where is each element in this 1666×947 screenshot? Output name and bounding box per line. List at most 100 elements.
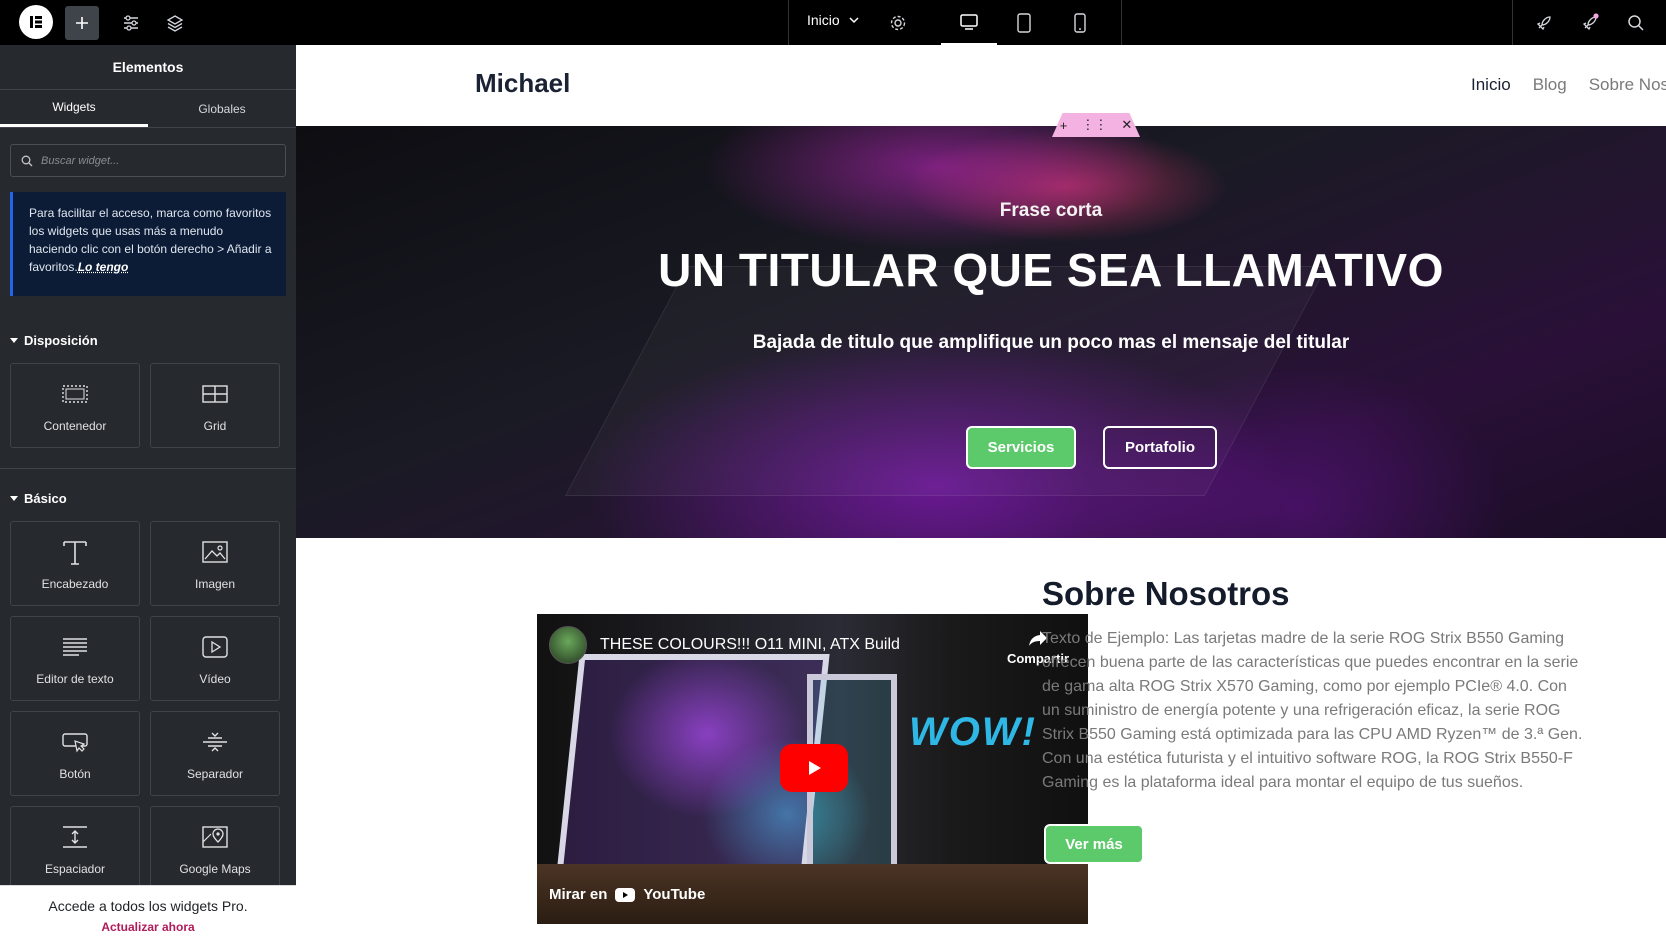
grid-icon bbox=[202, 384, 228, 403]
widget-search[interactable] bbox=[10, 144, 286, 177]
elementor-logo-icon[interactable] bbox=[19, 5, 53, 39]
read-more-button[interactable]: Ver más bbox=[1044, 824, 1144, 864]
video-icon bbox=[202, 635, 228, 658]
about-text: Texto de Ejemplo: Las tarjetas madre de … bbox=[1042, 630, 1583, 791]
publish-button[interactable] bbox=[1527, 6, 1561, 40]
nav-item-blog[interactable]: Blog bbox=[1533, 75, 1567, 95]
watch-on-youtube-link[interactable]: Mirar en YouTube bbox=[549, 886, 705, 903]
play-icon bbox=[809, 761, 821, 775]
page-preview-canvas: Michael Inicio Blog Sobre Nos + ⋮⋮ ✕ Fra… bbox=[296, 45, 1666, 947]
favorites-notice-text: Para facilitar el acceso, marca como fav… bbox=[29, 206, 272, 274]
play-button[interactable] bbox=[780, 744, 848, 792]
gear-icon bbox=[890, 15, 906, 31]
youtube-label: YouTube bbox=[643, 886, 706, 903]
panel-title: Elementos bbox=[0, 45, 296, 90]
page-selector-label: Inicio bbox=[807, 12, 840, 28]
tablet-view-button[interactable] bbox=[1007, 6, 1041, 40]
widget-label: Google Maps bbox=[179, 861, 251, 876]
desktop-view-button[interactable] bbox=[941, 0, 997, 45]
add-element-button[interactable] bbox=[65, 6, 99, 40]
button-icon bbox=[62, 732, 88, 753]
widget-label: Encabezado bbox=[41, 576, 109, 591]
portfolio-button[interactable]: Portafolio bbox=[1103, 426, 1217, 469]
widget-video[interactable]: Vídeo bbox=[150, 616, 280, 701]
pro-upgrade-box: Accede a todos los widgets Pro. Actualiz… bbox=[0, 885, 296, 947]
widget-label: Imagen bbox=[194, 576, 236, 591]
divider-icon bbox=[203, 732, 227, 751]
widget-label: Vídeo bbox=[199, 671, 231, 686]
layout-widgets-grid: Contenedor Grid bbox=[0, 363, 296, 448]
youtube-video-embed[interactable]: THESE COLOURS!!! O11 MINI, ATX Build Com… bbox=[537, 614, 1088, 924]
services-button[interactable]: Servicios bbox=[966, 426, 1076, 469]
caret-down-icon bbox=[10, 496, 18, 501]
mobile-view-button[interactable] bbox=[1063, 6, 1097, 40]
container-icon bbox=[62, 384, 88, 403]
widget-label: Separador bbox=[186, 766, 244, 781]
pro-upgrade-text: Accede a todos los widgets Pro. bbox=[48, 898, 248, 914]
hero-kicker: Frase corta bbox=[999, 200, 1103, 221]
image-icon bbox=[202, 540, 228, 563]
rocket-icon bbox=[1536, 16, 1551, 31]
close-icon[interactable]: ✕ bbox=[1121, 117, 1132, 133]
add-section-icon[interactable]: + bbox=[1060, 118, 1068, 133]
upgrade-now-link[interactable]: Actualizar ahora bbox=[0, 920, 296, 934]
widget-encabezado[interactable]: Encabezado bbox=[10, 521, 140, 606]
page-settings-button[interactable] bbox=[881, 6, 915, 40]
favorites-notice: Para facilitar el acceso, marca como fav… bbox=[10, 192, 286, 296]
section-basico[interactable]: Básico bbox=[0, 487, 296, 509]
structure-layers-icon bbox=[166, 15, 184, 32]
widget-label: Grid bbox=[203, 418, 227, 433]
tab-globales[interactable]: Globales bbox=[148, 90, 296, 127]
about-title: Sobre Nosotros bbox=[1042, 575, 1290, 612]
site-settings-button[interactable] bbox=[114, 6, 148, 40]
section-basico-title: Básico bbox=[24, 490, 67, 506]
widget-label: Editor de texto bbox=[36, 671, 114, 686]
widget-separador[interactable]: Separador bbox=[150, 711, 280, 796]
panel-tabs: Widgets Globales bbox=[0, 90, 296, 128]
heading-icon bbox=[63, 540, 87, 565]
basic-widgets-grid: Encabezado Imagen Editor de texto Vídeo … bbox=[0, 521, 296, 891]
page-and-device-controls: Inicio bbox=[788, 0, 1122, 45]
page-selector[interactable]: Inicio bbox=[807, 12, 860, 28]
tablet-icon bbox=[1017, 13, 1031, 33]
video-overlay-text: WOW! bbox=[909, 710, 1037, 754]
editor-top-bar: Inicio bbox=[0, 0, 1666, 45]
video-title[interactable]: THESE COLOURS!!! O11 MINI, ATX Build bbox=[600, 636, 900, 654]
widget-contenedor[interactable]: Contenedor bbox=[10, 363, 140, 448]
chevron-down-icon bbox=[849, 17, 859, 24]
nav-item-inicio[interactable]: Inicio bbox=[1471, 75, 1511, 95]
elements-panel: Elementos Widgets Globales Para facilita… bbox=[0, 45, 296, 947]
widget-boton[interactable]: Botón bbox=[10, 711, 140, 796]
section-disposicion[interactable]: Disposición bbox=[0, 329, 296, 351]
notifications-button[interactable] bbox=[1573, 6, 1607, 40]
site-header: Michael Inicio Blog Sobre Nos bbox=[296, 45, 1666, 126]
search-icon bbox=[21, 155, 33, 166]
nav-item-sobre[interactable]: Sobre Nos bbox=[1589, 75, 1666, 95]
text-editor-icon bbox=[63, 637, 87, 656]
widget-editor-de-texto[interactable]: Editor de texto bbox=[10, 616, 140, 701]
tab-widgets[interactable]: Widgets bbox=[0, 90, 148, 127]
hero-section[interactable]: Frase corta UN TITULAR QUE SEA LLAMATIVO… bbox=[296, 126, 1666, 538]
section-handle[interactable]: + ⋮⋮ ✕ bbox=[1052, 113, 1140, 137]
drag-handle-icon[interactable]: ⋮⋮ bbox=[1081, 117, 1107, 133]
hero-subtitle: Bajada de titulo que amplifique un poco … bbox=[752, 332, 1350, 353]
add-icon bbox=[76, 17, 88, 29]
structure-button[interactable] bbox=[158, 6, 192, 40]
widget-imagen[interactable]: Imagen bbox=[150, 521, 280, 606]
section-disposicion-title: Disposición bbox=[24, 332, 98, 348]
widget-search-input[interactable] bbox=[41, 154, 261, 167]
dismiss-notice-link[interactable]: Lo tengo bbox=[78, 260, 129, 274]
caret-down-icon bbox=[10, 338, 18, 343]
widget-grid[interactable]: Grid bbox=[150, 363, 280, 448]
watch-on-label: Mirar en bbox=[549, 886, 608, 903]
widget-google-maps[interactable]: Google Maps bbox=[150, 806, 280, 891]
map-pin-icon bbox=[202, 825, 228, 848]
widget-espaciador[interactable]: Espaciador bbox=[10, 806, 140, 891]
site-brand[interactable]: Michael bbox=[475, 68, 570, 99]
widget-label: Espaciador bbox=[44, 861, 106, 876]
desktop-icon bbox=[960, 13, 978, 30]
search-button[interactable] bbox=[1619, 6, 1653, 40]
site-nav: Inicio Blog Sobre Nos bbox=[1471, 75, 1666, 95]
spacer-icon bbox=[63, 825, 87, 848]
channel-avatar[interactable] bbox=[549, 626, 587, 664]
